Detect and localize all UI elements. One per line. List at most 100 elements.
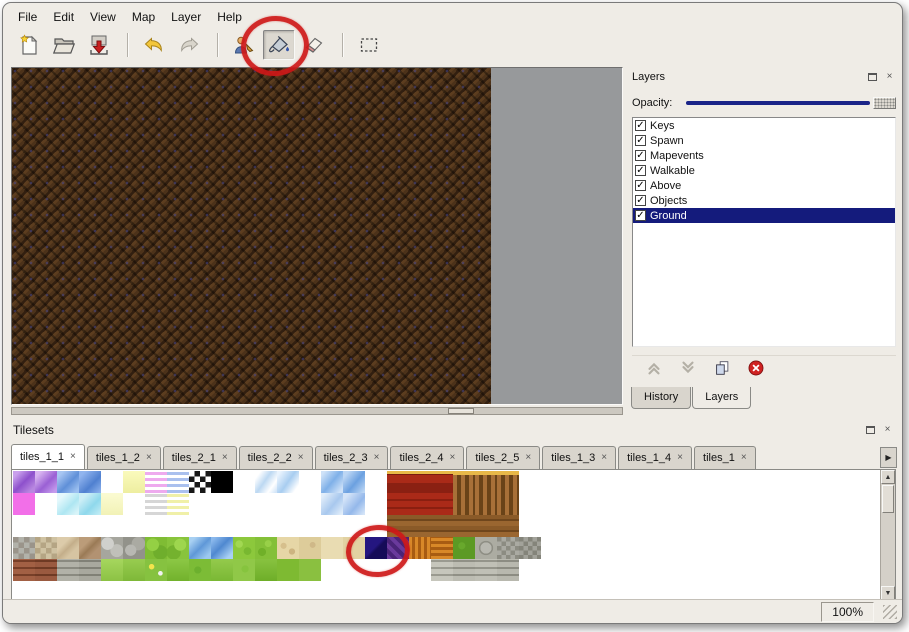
map-canvas[interactable] [12,68,491,404]
close-tab-icon[interactable]: × [70,452,76,462]
layer-row-ground[interactable]: ✓Ground [633,208,895,223]
scroll-up-icon[interactable]: ▲ [881,470,895,484]
tile-2-14[interactable] [321,515,343,537]
tile-4-1[interactable] [35,559,57,581]
close-tab-icon[interactable]: × [374,453,380,463]
tile-2-10[interactable] [233,515,255,537]
tile-3-18[interactable] [409,537,431,559]
tile-4-0[interactable] [13,559,35,581]
tile-1-1[interactable] [35,493,57,515]
layer-visibility-checkbox[interactable]: ✓ [635,135,646,146]
tile-2-8[interactable] [189,515,211,537]
tile-0-11[interactable] [255,471,277,493]
tile-0-23[interactable] [519,471,541,493]
tile-3-22[interactable] [497,537,519,559]
close-tab-icon[interactable]: × [601,453,607,463]
tileset-tab-tiles_1_4[interactable]: tiles_1_4× [618,446,692,469]
tab-scroll-right-button[interactable]: ▶ [880,447,897,468]
tile-3-5[interactable] [123,537,145,559]
tile-1-16[interactable] [365,493,387,515]
tile-4-15[interactable] [343,559,365,581]
tile-0-13[interactable] [299,471,321,493]
map-hscrollbar[interactable] [11,407,623,415]
close-tab-icon[interactable]: × [450,453,456,463]
tile-4-23[interactable] [519,559,541,581]
tile-2-0[interactable] [13,515,35,537]
tile-0-9[interactable] [211,471,233,493]
tile-0-20[interactable] [453,471,475,493]
tile-0-22[interactable] [497,471,519,493]
resize-grip[interactable] [883,605,897,619]
tile-4-12[interactable] [277,559,299,581]
tile-3-8[interactable] [189,537,211,559]
lower-layer-button[interactable] [676,359,700,381]
tileset-tab-tiles_1_2[interactable]: tiles_1_2× [87,446,161,469]
close-tab-icon[interactable]: × [677,453,683,463]
close-tab-icon[interactable]: × [298,453,304,463]
tile-3-2[interactable] [57,537,79,559]
tile-4-2[interactable] [57,559,79,581]
tile-0-4[interactable] [101,471,123,493]
tile-0-21[interactable] [475,471,497,493]
tile-3-1[interactable] [35,537,57,559]
menu-view[interactable]: View [83,8,123,24]
tile-1-7[interactable] [167,493,189,515]
tile-3-4[interactable] [101,537,123,559]
tile-0-6[interactable] [145,471,167,493]
tile-4-8[interactable] [189,559,211,581]
tile-0-12[interactable] [277,471,299,493]
duplicate-layer-button[interactable] [710,359,734,381]
layer-row-above[interactable]: ✓Above [633,178,895,193]
tile-3-9[interactable] [211,537,233,559]
tile-1-17[interactable] [387,493,409,515]
tile-2-6[interactable] [145,515,167,537]
tile-4-17[interactable] [387,559,409,581]
tile-0-1[interactable] [35,471,57,493]
tile-2-9[interactable] [211,515,233,537]
opacity-slider[interactable] [684,96,896,110]
fill-tool-button[interactable] [263,30,295,60]
layer-row-walkable[interactable]: ✓Walkable [633,163,895,178]
tile-3-12[interactable] [277,537,299,559]
tile-4-18[interactable] [409,559,431,581]
tab-history[interactable]: History [631,387,691,409]
tile-3-3[interactable] [79,537,101,559]
layer-row-spawn[interactable]: ✓Spawn [633,133,895,148]
close-tab-icon[interactable]: × [222,453,228,463]
menu-file[interactable]: File [11,8,44,24]
save-map-button[interactable] [83,30,115,60]
tile-3-10[interactable] [233,537,255,559]
open-map-button[interactable] [48,30,80,60]
menu-edit[interactable]: Edit [46,8,81,24]
tile-4-9[interactable] [211,559,233,581]
tile-4-11[interactable] [255,559,277,581]
tile-1-12[interactable] [277,493,299,515]
tile-1-18[interactable] [409,493,431,515]
tile-2-3[interactable] [79,515,101,537]
scroll-down-icon[interactable]: ▼ [881,586,895,600]
tileset-tab-tiles_1_3[interactable]: tiles_1_3× [542,446,616,469]
detach-panel-icon[interactable] [864,424,877,437]
tile-4-5[interactable] [123,559,145,581]
tile-0-17[interactable] [387,471,409,493]
layer-visibility-checkbox[interactable]: ✓ [635,150,646,161]
tileset-tab-tiles_2_2[interactable]: tiles_2_2× [239,446,313,469]
undo-button[interactable] [138,30,170,60]
raise-layer-button[interactable] [642,359,666,381]
stamp-tool-button[interactable] [228,30,260,60]
vscroll-thumb[interactable] [882,485,894,513]
tile-0-3[interactable] [79,471,101,493]
tile-0-5[interactable] [123,471,145,493]
layer-visibility-checkbox[interactable]: ✓ [635,165,646,176]
select-tool-button[interactable] [353,30,385,60]
tile-1-10[interactable] [233,493,255,515]
tile-1-5[interactable] [123,493,145,515]
tile-2-18[interactable] [409,515,431,537]
tile-1-21[interactable] [475,493,497,515]
tile-2-22[interactable] [497,515,519,537]
opacity-slider-handle[interactable] [873,97,896,109]
tile-3-13[interactable] [299,537,321,559]
tile-2-17[interactable] [387,515,409,537]
tile-2-4[interactable] [101,515,123,537]
tile-1-2[interactable] [57,493,79,515]
